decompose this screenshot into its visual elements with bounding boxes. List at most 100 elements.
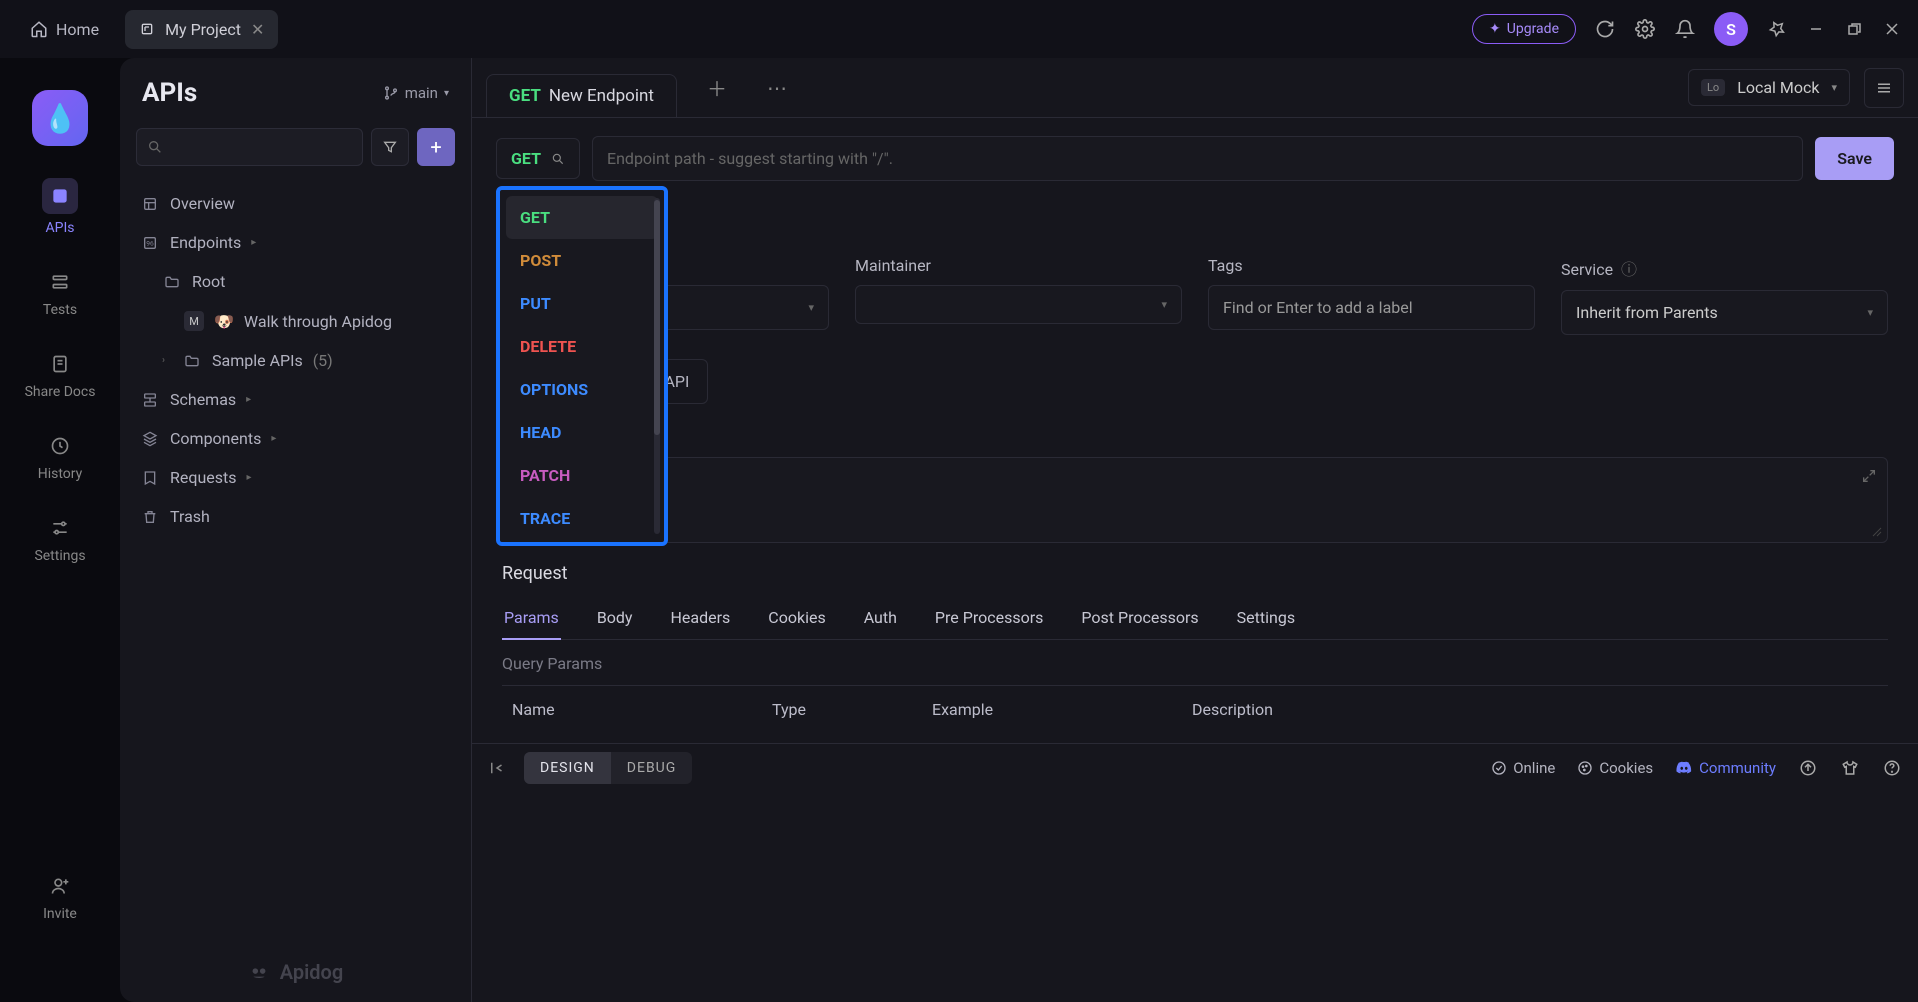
status-cookies[interactable]: Cookies	[1577, 759, 1653, 777]
home-button[interactable]: Home	[16, 12, 113, 47]
status-online[interactable]: Online	[1491, 759, 1555, 777]
shirt-icon[interactable]	[1840, 758, 1860, 778]
rail-share-docs-label: Share Docs	[25, 384, 96, 400]
check-circle-icon	[1491, 760, 1507, 776]
method-option-options[interactable]: OPTIONS	[506, 368, 658, 411]
request-tab-settings[interactable]: Settings	[1235, 596, 1297, 639]
upload-icon[interactable]	[1798, 758, 1818, 778]
method-option-head[interactable]: HEAD	[506, 411, 658, 454]
emoji-icon: 🐶	[214, 312, 234, 331]
method-select[interactable]: GET	[496, 138, 580, 179]
tab-menu-button[interactable]: ⋯	[757, 68, 797, 108]
collapse-sidebar-icon[interactable]	[488, 759, 506, 777]
request-tab-cookies[interactable]: Cookies	[766, 596, 827, 639]
help-icon[interactable]	[1882, 758, 1902, 778]
method-option-delete[interactable]: DELETE	[506, 325, 658, 368]
tab-method: GET	[509, 86, 541, 106]
tree-schemas[interactable]: Schemas ▸	[128, 380, 463, 419]
request-tab-auth[interactable]: Auth	[862, 596, 899, 639]
avatar[interactable]: S	[1714, 12, 1748, 46]
tree-sample-apis-label: Sample APIs	[212, 351, 303, 370]
request-tab-params[interactable]: Params	[502, 596, 561, 639]
resize-handle-icon[interactable]	[1871, 526, 1883, 538]
environment-select[interactable]: Lo Local Mock ▾	[1688, 69, 1850, 106]
tree-components[interactable]: Components ▸	[128, 419, 463, 458]
mode-design[interactable]: DESIGN	[524, 752, 611, 784]
field-tags: Tags Find or Enter to add a label	[1208, 256, 1535, 335]
branch-select[interactable]: main ▾	[383, 84, 449, 102]
url-bar: GET Endpoint path - suggest starting wit…	[472, 118, 1918, 199]
request-tab-body[interactable]: Body	[595, 596, 635, 639]
sidebar-tools: +	[120, 118, 471, 176]
chevron-down-icon: ▾	[1161, 298, 1167, 311]
tags-placeholder: Find or Enter to add a label	[1223, 298, 1413, 317]
help-icon[interactable]: ⓘ	[1621, 260, 1637, 279]
tags-input[interactable]: Find or Enter to add a label	[1208, 285, 1535, 330]
sidebar: APIs main ▾ +	[120, 58, 472, 1002]
mode-debug[interactable]: DEBUG	[611, 752, 692, 784]
rail-tests[interactable]: Tests	[43, 268, 77, 318]
external-link-icon	[139, 21, 155, 37]
url-input[interactable]: Endpoint path - suggest starting with "/…	[592, 136, 1803, 181]
scrollbar-thumb[interactable]	[654, 200, 660, 435]
rail-tests-label: Tests	[43, 302, 77, 318]
rail-apis[interactable]: APIs	[42, 178, 78, 236]
method-option-put[interactable]: PUT	[506, 282, 658, 325]
history-icon	[46, 432, 74, 460]
rail-settings[interactable]: Settings	[34, 514, 85, 564]
rail-history[interactable]: History	[38, 432, 83, 482]
method-option-patch[interactable]: PATCH	[506, 454, 658, 497]
tree-trash[interactable]: Trash	[128, 497, 463, 536]
upgrade-button[interactable]: ✦ Upgrade	[1472, 14, 1576, 44]
statusbar: DESIGN DEBUG Online Cookies	[472, 743, 1918, 791]
app-logo[interactable]: 💧	[32, 90, 88, 146]
home-label: Home	[56, 20, 99, 39]
caret-icon: ▸	[246, 394, 251, 405]
close-window-icon[interactable]	[1882, 19, 1902, 39]
service-select[interactable]: Inherit from Parents ▾	[1561, 290, 1888, 335]
status-community[interactable]: Community	[1675, 759, 1776, 777]
tree-sample-apis[interactable]: › Sample APIs (5)	[150, 341, 463, 380]
tags-label: Tags	[1208, 256, 1535, 275]
hamburger-menu[interactable]	[1864, 68, 1904, 108]
request-tab-post-processors[interactable]: Post Processors	[1079, 596, 1200, 639]
tree-endpoints[interactable]: 96 Endpoints ▸	[128, 223, 463, 262]
tree-walkthrough[interactable]: M 🐶 Walk through Apidog	[172, 301, 463, 341]
tree-root[interactable]: Root	[150, 262, 463, 301]
rail-share-docs[interactable]: Share Docs	[25, 350, 96, 400]
add-tab-button[interactable]: ＋	[697, 68, 737, 108]
minimize-icon[interactable]	[1806, 19, 1826, 39]
bell-icon[interactable]	[1674, 18, 1696, 40]
refresh-icon[interactable]	[1594, 18, 1616, 40]
maintainer-select[interactable]: ▾	[855, 285, 1182, 324]
home-icon	[30, 20, 48, 38]
tree-overview[interactable]: Overview	[128, 184, 463, 223]
rail-invite[interactable]: Invite	[43, 872, 77, 922]
filter-button[interactable]	[371, 128, 409, 166]
tree-requests[interactable]: Requests ▸	[128, 458, 463, 497]
statusbar-right: Online Cookies Community	[1491, 758, 1902, 778]
request-tab-headers[interactable]: Headers	[669, 596, 733, 639]
add-button[interactable]: +	[417, 128, 455, 166]
expand-icon[interactable]	[1861, 468, 1877, 484]
request-tab-pre-processors[interactable]: Pre Processors	[933, 596, 1045, 639]
cookies-label: Cookies	[1599, 759, 1653, 777]
service-value: Inherit from Parents	[1576, 303, 1718, 322]
method-option-trace[interactable]: TRACE	[506, 497, 658, 540]
rail: 💧 APIs Tests Share Docs History	[0, 58, 120, 1002]
save-button[interactable]: Save	[1815, 137, 1894, 180]
rail-settings-label: Settings	[34, 548, 85, 564]
dropdown-scrollbar[interactable]	[654, 198, 660, 534]
description-input[interactable]: Support Markdown	[502, 457, 1888, 543]
pin-icon[interactable]	[1766, 18, 1788, 40]
maximize-icon[interactable]	[1844, 19, 1864, 39]
search-input[interactable]	[136, 128, 363, 166]
method-option-post[interactable]: POST	[506, 239, 658, 282]
gear-icon[interactable]	[1634, 18, 1656, 40]
endpoint-title-input[interactable]: New Endpoint	[502, 209, 1888, 234]
content-tab[interactable]: GET New Endpoint	[486, 74, 677, 118]
method-option-get[interactable]: GET	[506, 196, 658, 239]
close-icon[interactable]: ✕	[251, 20, 264, 39]
project-tab[interactable]: My Project ✕	[125, 10, 278, 49]
mode-segment: DESIGN DEBUG	[524, 752, 692, 784]
